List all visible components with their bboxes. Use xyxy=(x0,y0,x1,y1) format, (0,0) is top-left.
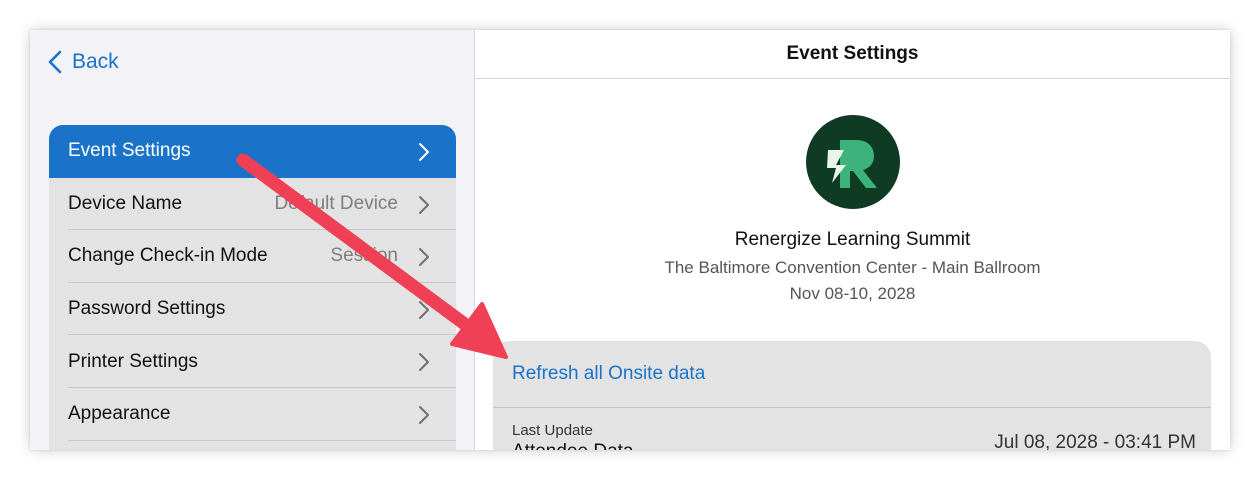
refresh-onsite-data-button[interactable]: Refresh all Onsite data xyxy=(493,341,1211,408)
last-update-value: Jul 08, 2028 - 03:41 PM xyxy=(994,432,1196,450)
nav-bar: Event Settings xyxy=(475,30,1230,79)
event-name: Renergize Learning Summit xyxy=(734,229,971,250)
settings-menu: Event Settings Device Name Default Devic… xyxy=(49,125,456,450)
data-sync-card: Refresh all Onsite data Last Update Atte… xyxy=(493,341,1211,450)
event-venue: The Baltimore Convention Center - Main B… xyxy=(664,258,1041,277)
menu-item-password-settings[interactable]: Password Settings xyxy=(49,283,456,336)
event-dates: Nov 08-10, 2028 xyxy=(789,284,916,303)
last-update-subtitle: Attendee Data xyxy=(512,441,633,450)
menu-item-label: Appearance xyxy=(68,403,171,425)
menu-item-event-settings[interactable]: Event Settings xyxy=(49,125,456,178)
page-title: Event Settings xyxy=(786,43,919,64)
settings-sidebar: Back Event Settings Device Name Default … xyxy=(30,30,475,450)
menu-item-appearance[interactable]: Appearance xyxy=(49,388,456,441)
chevron-right-icon xyxy=(419,353,429,372)
app-window: Back Event Settings Device Name Default … xyxy=(30,30,1230,450)
chevron-right-icon xyxy=(419,300,429,319)
detail-pane: Event Settings Renergize Learning Summit… xyxy=(475,30,1230,450)
menu-item-check-in-mode[interactable]: Change Check-in Mode Session xyxy=(49,230,456,283)
chevron-left-icon xyxy=(48,50,62,74)
last-update-label: Last Update xyxy=(512,422,593,439)
menu-item-printer-settings[interactable]: Printer Settings xyxy=(49,335,456,388)
menu-item-label: Printer Settings xyxy=(68,350,198,372)
chevron-right-icon xyxy=(419,195,429,214)
menu-item-partial[interactable] xyxy=(49,441,456,450)
menu-item-label: Password Settings xyxy=(68,298,226,320)
menu-item-device-name[interactable]: Device Name Default Device xyxy=(49,178,456,231)
menu-item-label: Device Name xyxy=(68,192,183,214)
menu-item-value: Default Device xyxy=(274,192,398,214)
menu-item-label: Change Check-in Mode xyxy=(68,245,268,267)
refresh-label: Refresh all Onsite data xyxy=(512,363,706,384)
event-logo xyxy=(806,115,900,209)
back-button[interactable]: Back xyxy=(48,50,119,74)
back-label: Back xyxy=(72,50,119,73)
chevron-right-icon xyxy=(419,405,429,424)
chevron-right-icon xyxy=(419,248,429,267)
event-logo-mark xyxy=(827,140,877,188)
menu-item-value: Session xyxy=(330,245,398,267)
chevron-right-icon xyxy=(419,143,429,161)
menu-item-label: Event Settings xyxy=(68,140,191,162)
